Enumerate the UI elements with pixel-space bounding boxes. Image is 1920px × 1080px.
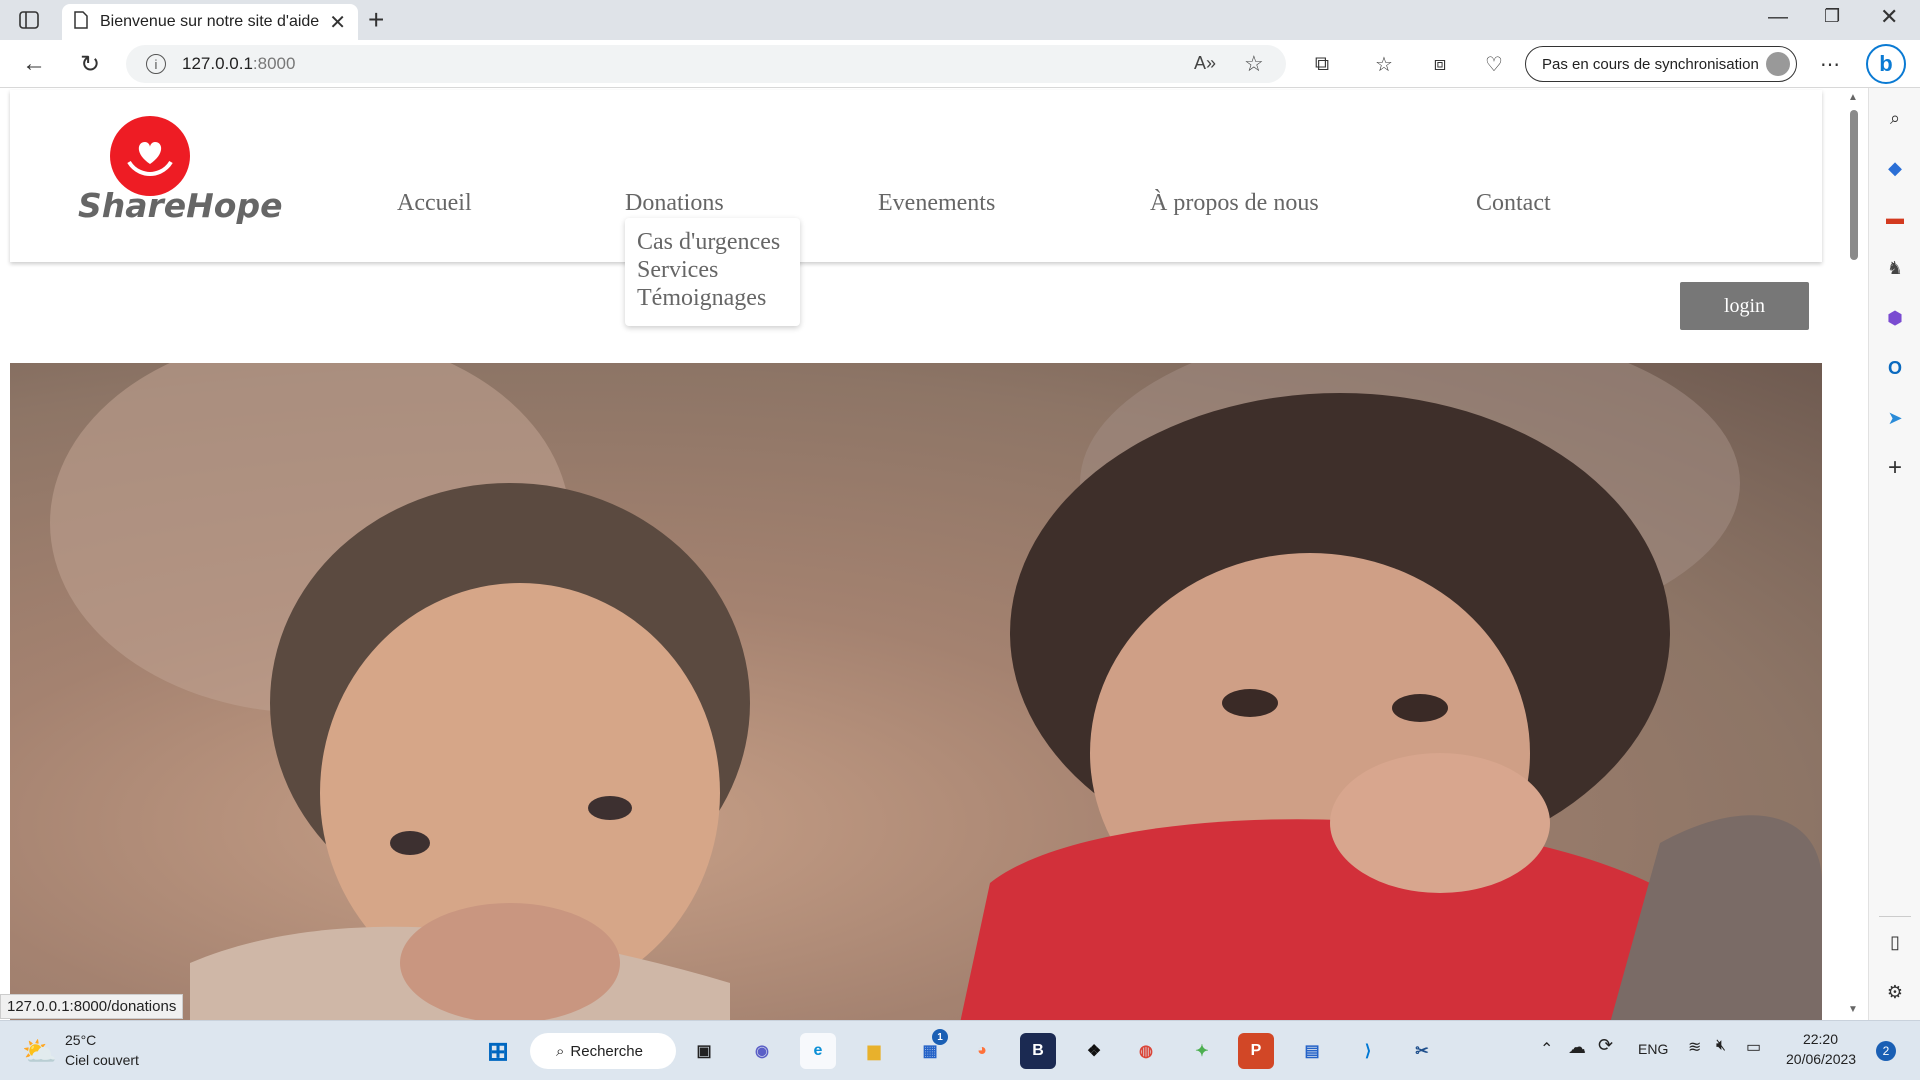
tools-icon[interactable]: ▬ bbox=[1883, 206, 1907, 230]
nav-about[interactable]: À propos de nous bbox=[1150, 190, 1319, 217]
outlook-icon[interactable]: O bbox=[1883, 356, 1907, 380]
avatar bbox=[1766, 52, 1790, 76]
windows-start-icon[interactable]: ⊞ bbox=[480, 1033, 516, 1069]
nav-donations[interactable]: Donations bbox=[625, 190, 724, 217]
games-icon[interactable]: ♞ bbox=[1883, 256, 1907, 280]
scroll-thumb[interactable] bbox=[1850, 110, 1858, 260]
logo-heart-hands-icon[interactable] bbox=[110, 116, 190, 196]
address-bar[interactable]: i 127.0.0.1 :8000 A» ☆ bbox=[126, 45, 1286, 83]
clock-time[interactable]: 22:20 bbox=[1794, 1031, 1838, 1047]
snipping-tool-icon[interactable]: ✂ bbox=[1404, 1033, 1440, 1069]
refresh-icon[interactable]: ↻ bbox=[72, 46, 108, 82]
favorite-star-icon[interactable]: ☆ bbox=[1244, 51, 1264, 77]
browser-tab-bar: Bienvenue sur notre site d'aide e ✕ + — … bbox=[0, 0, 1920, 40]
sync-icon[interactable]: ⟳ bbox=[1598, 1035, 1613, 1056]
firefox-icon[interactable]: ◕ bbox=[964, 1033, 1000, 1069]
weather-cloud-icon[interactable]: ⛅ bbox=[22, 1035, 57, 1068]
read-aloud-icon[interactable]: A» bbox=[1194, 53, 1216, 74]
add-icon[interactable]: + bbox=[1883, 454, 1907, 481]
restore-icon[interactable]: ❐ bbox=[1824, 6, 1840, 27]
close-icon[interactable]: ✕ bbox=[329, 10, 346, 35]
page-scrollbar[interactable]: ▲ ▼ bbox=[1838, 88, 1868, 1020]
edge-sidebar: ⌕ ◆ ▬ ♞ ⬢ O ➤ + ▯ ⚙ bbox=[1868, 88, 1920, 1020]
battery-icon[interactable]: ▭ bbox=[1746, 1037, 1761, 1057]
scroll-up-icon[interactable]: ▲ bbox=[1848, 92, 1858, 103]
dropdown-item-emergencies[interactable]: Cas d'urgences bbox=[637, 228, 788, 256]
photos-icon[interactable]: ✦ bbox=[1184, 1033, 1220, 1069]
dropbox-icon[interactable]: ❖ bbox=[1076, 1033, 1112, 1069]
clock-date[interactable]: 20/06/2023 bbox=[1786, 1051, 1856, 1067]
dropdown-item-testimonials[interactable]: Témoignages bbox=[637, 284, 788, 312]
nav-events[interactable]: Evenements bbox=[878, 190, 995, 217]
minimize-icon[interactable]: — bbox=[1768, 6, 1788, 29]
url-port: :8000 bbox=[252, 54, 296, 73]
taskbar-search-label: Recherche bbox=[570, 1042, 643, 1060]
chrome-icon[interactable]: ◍ bbox=[1128, 1033, 1164, 1069]
sync-profile-button[interactable]: Pas en cours de synchronisation bbox=[1525, 46, 1797, 82]
browser-toolbar: ← ↻ i 127.0.0.1 :8000 A» ☆ ⧉ ☆ ⧈ ♡ Pas e… bbox=[0, 40, 1920, 88]
logo-text[interactable]: ShareHope bbox=[78, 186, 282, 225]
hero-image bbox=[10, 363, 1822, 1020]
site-header: ShareHope Accueil Donations Evenements À… bbox=[10, 90, 1822, 262]
gear-icon[interactable]: ⚙ bbox=[1883, 980, 1907, 1004]
microsoft-store-icon[interactable]: ▦ 1 bbox=[912, 1029, 948, 1069]
file-explorer-icon[interactable]: ▆ bbox=[856, 1033, 892, 1069]
browser-tab[interactable]: Bienvenue sur notre site d'aide e ✕ bbox=[62, 4, 358, 40]
booking-icon[interactable]: B bbox=[1020, 1033, 1056, 1069]
weather-description[interactable]: Ciel couvert bbox=[65, 1052, 139, 1068]
login-button[interactable]: login bbox=[1680, 282, 1809, 330]
more-options-icon[interactable]: ⋯ bbox=[1812, 46, 1848, 82]
dropdown-item-services[interactable]: Services bbox=[637, 256, 788, 284]
taskbar-search[interactable]: ⌕ Recherche bbox=[530, 1033, 676, 1069]
status-url: 127.0.0.1:8000/donations bbox=[0, 994, 184, 1019]
search-icon[interactable]: ⌕ bbox=[1883, 106, 1907, 130]
performance-icon[interactable]: ♡ bbox=[1476, 46, 1512, 82]
info-icon: i bbox=[146, 54, 166, 74]
vscode-icon[interactable]: ⟩ bbox=[1350, 1033, 1386, 1069]
drop-send-icon[interactable]: ➤ bbox=[1883, 406, 1907, 430]
search-icon: ⌕ bbox=[556, 1042, 565, 1060]
chevron-up-icon[interactable]: ⌃ bbox=[1540, 1039, 1553, 1059]
page-viewport: ShareHope Accueil Donations Evenements À… bbox=[0, 88, 1838, 1020]
task-view-icon[interactable]: ▣ bbox=[686, 1033, 722, 1069]
nav-contact[interactable]: Contact bbox=[1476, 190, 1551, 217]
shopping-tag-icon[interactable]: ◆ bbox=[1883, 156, 1907, 180]
microsoft-365-icon[interactable]: ⬢ bbox=[1883, 306, 1907, 330]
extensions-icon[interactable]: ⧉ bbox=[1304, 46, 1340, 82]
nav-home[interactable]: Accueil bbox=[397, 190, 472, 217]
page-icon bbox=[74, 10, 88, 34]
notification-badge[interactable]: 2 bbox=[1876, 1041, 1896, 1061]
scroll-down-icon[interactable]: ▼ bbox=[1848, 1004, 1858, 1015]
language-indicator[interactable]: ENG bbox=[1638, 1041, 1668, 1057]
url-host: 127.0.0.1 bbox=[182, 54, 253, 73]
powerpoint-icon[interactable]: P bbox=[1238, 1033, 1274, 1069]
window-close-icon[interactable]: ✕ bbox=[1880, 4, 1898, 30]
store-badge: 1 bbox=[932, 1029, 948, 1045]
wifi-icon[interactable]: ≋ bbox=[1688, 1037, 1701, 1057]
new-tab-icon[interactable]: + bbox=[368, 4, 384, 36]
tab-title: Bienvenue sur notre site d'aide e bbox=[100, 13, 322, 30]
taskbar: ⛅ 25°C Ciel couvert ⊞ ⌕ Recherche ▣ ◉ e … bbox=[0, 1020, 1920, 1080]
back-icon[interactable]: ← bbox=[16, 46, 52, 82]
sidebar-panel-icon[interactable]: ▯ bbox=[1883, 930, 1907, 954]
tab-actions-icon[interactable] bbox=[18, 10, 40, 30]
sync-label: Pas en cours de synchronisation bbox=[1542, 55, 1759, 73]
bing-copilot-icon[interactable]: b bbox=[1866, 44, 1906, 84]
favorites-icon[interactable]: ☆ bbox=[1366, 46, 1402, 82]
teams-icon[interactable]: ◉ bbox=[744, 1033, 780, 1069]
notepad-icon[interactable]: ▤ bbox=[1294, 1033, 1330, 1069]
volume-muted-icon[interactable]: 🔇︎ bbox=[1716, 1037, 1726, 1055]
collections-icon[interactable]: ⧈ bbox=[1422, 46, 1458, 82]
edge-icon[interactable]: e bbox=[800, 1033, 836, 1069]
sidebar-divider bbox=[1879, 916, 1911, 917]
weather-temperature[interactable]: 25°C bbox=[65, 1032, 96, 1048]
donations-dropdown: Cas d'urgences Services Témoignages bbox=[625, 218, 800, 326]
onedrive-icon[interactable]: ☁ bbox=[1568, 1037, 1586, 1058]
